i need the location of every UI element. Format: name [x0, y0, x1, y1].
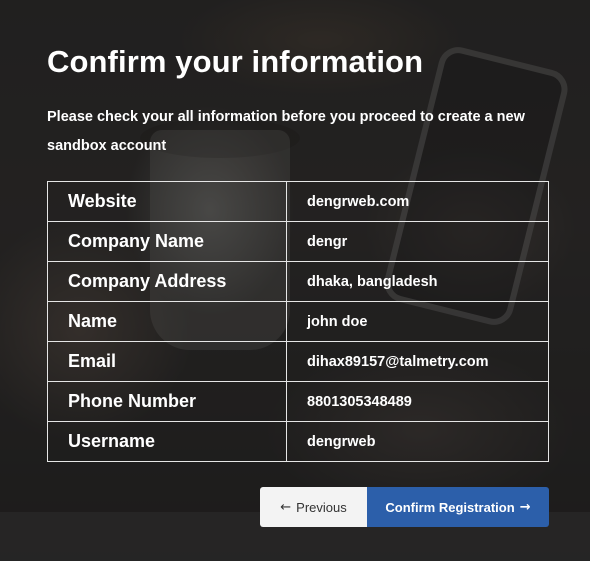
row-value: dengrweb: [286, 421, 549, 462]
page-subtitle: Please check your all information before…: [47, 109, 525, 154]
table-row-company-name: Company Name dengr: [47, 221, 549, 262]
table-row-website: Website dengrweb.com: [47, 181, 549, 222]
table-row-name: Name john doe: [47, 301, 549, 342]
arrow-right-icon: →: [519, 499, 531, 515]
confirm-button-label: Confirm Registration: [385, 499, 515, 515]
table-row-email: Email dihax89157@talmetry.com: [47, 341, 549, 382]
table-row-phone-number: Phone Number 8801305348489: [47, 381, 549, 422]
row-label: Email: [47, 341, 287, 382]
row-label: Company Name: [47, 221, 287, 262]
row-label: Username: [47, 421, 287, 462]
table-row-username: Username dengrweb: [47, 421, 549, 462]
row-value: 8801305348489: [286, 381, 549, 422]
row-label: Name: [47, 301, 287, 342]
row-label: Phone Number: [47, 381, 287, 422]
row-value: john doe: [286, 301, 549, 342]
row-value: dengr: [286, 221, 549, 262]
form-actions: ← Previous Confirm Registration →: [260, 487, 549, 527]
row-value: dengrweb.com: [286, 181, 549, 222]
row-label: Website: [47, 181, 287, 222]
table-row-company-address: Company Address dhaka, bangladesh: [47, 261, 549, 302]
row-label: Company Address: [47, 261, 287, 302]
previous-button-label: Previous: [296, 499, 347, 515]
row-value: dhaka, bangladesh: [286, 261, 549, 302]
arrow-left-icon: ←: [280, 499, 292, 515]
row-value: dihax89157@talmetry.com: [286, 341, 549, 382]
confirm-registration-button[interactable]: Confirm Registration →: [367, 487, 549, 527]
info-table: Website dengrweb.com Company Name dengr …: [47, 181, 549, 462]
previous-button[interactable]: ← Previous: [260, 487, 367, 527]
page-title: Confirm your information: [47, 44, 424, 79]
